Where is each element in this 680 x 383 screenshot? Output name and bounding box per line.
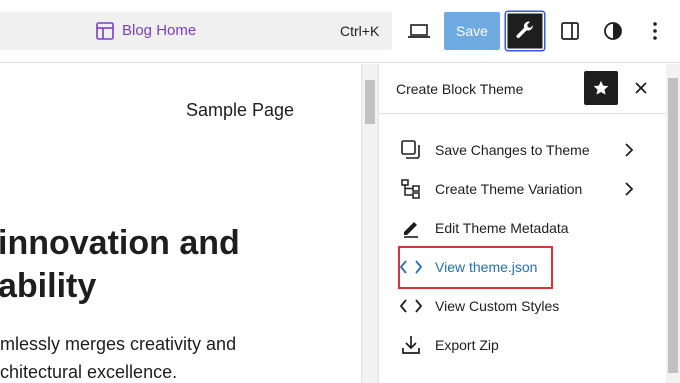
chevron-right-icon: [617, 177, 641, 201]
contrast-icon: [604, 22, 622, 40]
hero-heading[interactable]: innovation and ability: [0, 222, 240, 308]
create-block-theme-panel: Create Block Theme Save Changes to Theme: [378, 64, 667, 383]
laptop-icon: [408, 24, 430, 38]
menu-item-label: View Custom Styles: [435, 298, 560, 314]
hero-paragraph-line: chitectural excellence.: [0, 362, 178, 382]
settings-sidebar-button[interactable]: [553, 12, 587, 50]
download-icon: [399, 333, 423, 357]
panel-title: Create Block Theme: [396, 81, 524, 97]
menu-item-export-zip[interactable]: Export Zip: [399, 329, 639, 361]
menu-item-edit-metadata[interactable]: Edit Theme Metadata: [399, 212, 639, 244]
panel-header: Create Block Theme: [379, 64, 667, 114]
menu-item-create-variation[interactable]: Create Theme Variation: [399, 173, 639, 205]
variation-icon: [399, 177, 423, 201]
menu-item-label: Export Zip: [435, 337, 499, 353]
menu-item-label: Save Changes to Theme: [435, 142, 590, 158]
sidebar-icon: [561, 22, 579, 40]
code-icon: [399, 294, 423, 318]
highlight-box: [398, 246, 553, 289]
document-title[interactable]: Blog Home: [122, 22, 196, 39]
options-menu-button[interactable]: [640, 12, 670, 50]
save-icon: [399, 138, 423, 162]
editor-top-bar: Blog Home Ctrl+K Save: [0, 0, 680, 63]
hero-heading-line: ability: [0, 267, 97, 305]
save-button[interactable]: Save: [444, 12, 500, 50]
editor-canvas[interactable]: Sample Page innovation and ability mless…: [0, 64, 362, 383]
navigation-link[interactable]: Sample Page: [186, 100, 294, 121]
canvas-scrollbar[interactable]: [362, 64, 378, 383]
command-center[interactable]: Blog Home Ctrl+K: [0, 12, 392, 50]
star-icon: [593, 80, 609, 95]
styles-button[interactable]: [596, 12, 630, 50]
close-panel-button[interactable]: [629, 76, 653, 100]
pencil-icon: [399, 216, 423, 240]
hero-heading-line: innovation and: [0, 224, 240, 262]
hero-paragraph[interactable]: mlessly merges creativity and chitectura…: [0, 330, 236, 383]
panel-scrollbar[interactable]: [666, 64, 680, 383]
close-icon: [635, 82, 647, 94]
template-icon: [96, 22, 114, 40]
menu-item-save-changes[interactable]: Save Changes to Theme: [399, 134, 639, 166]
menu-item-label: Create Theme Variation: [435, 181, 583, 197]
menu-item-label: Edit Theme Metadata: [435, 220, 569, 236]
device-preview-button[interactable]: [402, 12, 436, 50]
chevron-right-icon: [617, 138, 641, 162]
scrollbar-thumb[interactable]: [365, 80, 375, 124]
wrench-icon: [516, 21, 534, 39]
menu-item-view-custom-styles[interactable]: View Custom Styles: [399, 290, 639, 322]
pin-star-button[interactable]: [584, 71, 618, 105]
plugin-tools-button[interactable]: [506, 12, 544, 50]
scrollbar-thumb[interactable]: [668, 78, 678, 373]
keyboard-shortcut: Ctrl+K: [340, 23, 380, 39]
more-vertical-icon: [653, 22, 657, 40]
hero-paragraph-line: mlessly merges creativity and: [0, 334, 237, 354]
